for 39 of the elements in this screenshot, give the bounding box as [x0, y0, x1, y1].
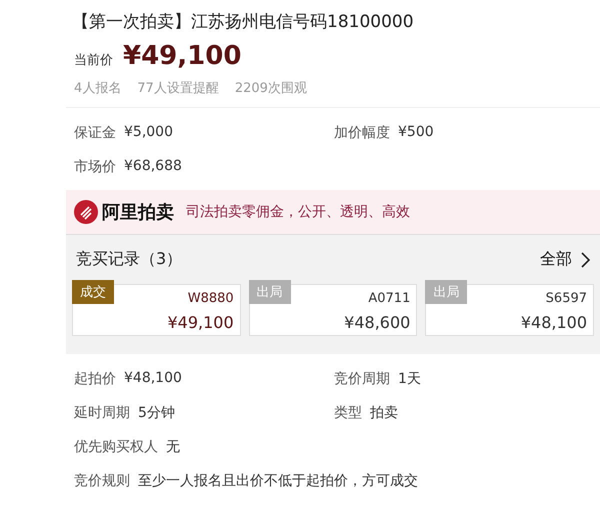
- detail-label: 类型: [334, 404, 362, 422]
- stat-text: 77人设置提醒: [137, 80, 219, 97]
- status-tag: 出局: [425, 280, 468, 304]
- detail-label: 起拍价: [74, 370, 116, 388]
- current-price: ¥49,100: [123, 41, 242, 71]
- chevron-right-icon: [580, 252, 590, 268]
- detail-label: 竞价规则: [74, 472, 130, 490]
- bidder-id: A0711: [368, 291, 410, 306]
- stat-text: 2209次围观: [234, 80, 307, 97]
- info-label: 市场价: [74, 158, 116, 176]
- info-value: ¥500: [398, 124, 434, 142]
- detail-value: 拍卖: [370, 404, 398, 422]
- status-tag: 成交: [72, 280, 114, 304]
- detail-value: 无: [166, 438, 180, 456]
- info-label: 保证金: [74, 124, 116, 142]
- detail-value: 至少一人报名且出价不低于起拍价，方可成交: [138, 472, 418, 490]
- bidder-id: W8880: [188, 291, 234, 306]
- price-label: 当前价: [74, 52, 113, 69]
- detail-label: 优先购买权人: [74, 438, 158, 456]
- view-all-link[interactable]: 全部: [540, 249, 590, 270]
- brand-name: 阿里拍卖: [102, 201, 174, 224]
- info-value: ¥68,688: [124, 158, 182, 176]
- slogan-text: 司法拍卖零佣金，公开、透明、高效: [186, 203, 410, 221]
- logo-icon: [74, 200, 98, 224]
- info-label: 加价幅度: [334, 124, 390, 142]
- section-title: 竞买记录（3）: [76, 249, 182, 270]
- auction-title: 【第一次拍卖】江苏扬州电信号码18100000: [71, 11, 415, 33]
- bid-price: ¥48,600: [344, 313, 410, 332]
- detail-value: ¥48,100: [124, 370, 182, 388]
- bidder-id: S6597: [546, 291, 588, 306]
- info-value: ¥5,000: [124, 124, 173, 142]
- detail-value: 1天: [398, 370, 421, 388]
- bid-price: ¥48,100: [520, 313, 588, 332]
- detail-value: 5分钟: [138, 404, 175, 422]
- detail-label: 竞价周期: [334, 370, 390, 388]
- bid-price: ¥49,100: [168, 313, 234, 332]
- status-tag: 出局: [248, 280, 291, 304]
- detail-label: 延时周期: [74, 404, 130, 422]
- stat-text: 4人报名: [74, 80, 122, 97]
